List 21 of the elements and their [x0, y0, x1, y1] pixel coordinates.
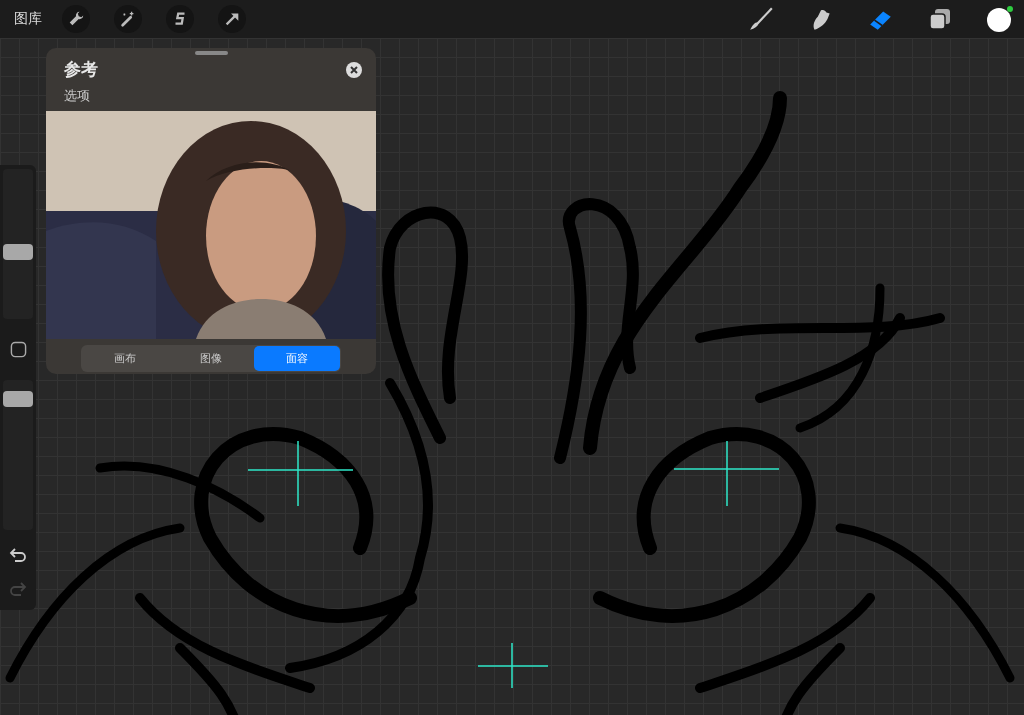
drag-handle[interactable]: [195, 51, 228, 55]
options-link[interactable]: 选项: [64, 87, 98, 105]
tab[interactable]: 图像: [168, 346, 254, 371]
panel-title: 参考: [64, 58, 98, 81]
crosshair-icon[interactable]: [673, 440, 780, 507]
crosshair-icon[interactable]: [477, 642, 549, 689]
magic-wand-icon[interactable]: [114, 5, 142, 33]
color-swatch[interactable]: [986, 5, 1014, 33]
close-icon[interactable]: [346, 62, 362, 78]
tab[interactable]: 面容: [254, 346, 340, 371]
layers-icon[interactable]: [928, 7, 952, 31]
undo-icon[interactable]: [9, 546, 27, 564]
opacity-slider[interactable]: [3, 390, 33, 407]
square-icon[interactable]: [9, 341, 27, 358]
brush-icon[interactable]: [748, 6, 774, 32]
s-curve-icon[interactable]: [166, 5, 194, 33]
gallery-button[interactable]: 图库: [14, 10, 42, 28]
tab[interactable]: 画布: [82, 346, 168, 371]
wrench-icon[interactable]: [62, 5, 90, 33]
crosshair-icon[interactable]: [247, 440, 354, 507]
brush-size-slider[interactable]: [3, 244, 33, 261]
